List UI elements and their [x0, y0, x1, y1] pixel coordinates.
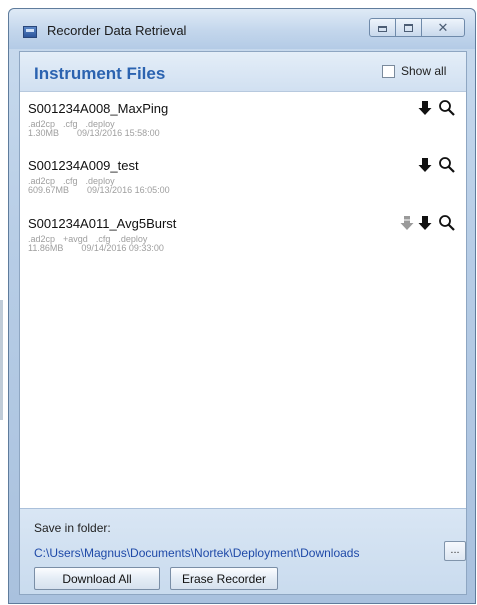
file-name: S001234A011_Avg5Burst	[28, 216, 177, 231]
folder-path-link[interactable]: C:\Users\Magnus\Documents\Nortek\Deploym…	[34, 546, 359, 560]
search-icon[interactable]	[438, 214, 456, 232]
file-item[interactable]: S001234A008_MaxPing .ad2cp .cfg .deploy 1.…	[20, 96, 468, 148]
search-icon[interactable]	[438, 156, 456, 174]
app-icon	[23, 26, 37, 38]
show-all-checkbox[interactable]	[382, 64, 395, 78]
download-icon[interactable]	[418, 100, 432, 116]
files-header: Instrument Files Show all	[20, 52, 466, 92]
file-meta: 11.86MB 09/14/2016 09:33:00	[28, 243, 164, 253]
download-icon[interactable]	[418, 215, 432, 231]
erase-recorder-button[interactable]: Erase Recorder	[170, 567, 278, 590]
file-size: 609.67MB	[28, 185, 70, 195]
file-meta: 609.67MB 09/13/2016 16:05:00	[28, 185, 170, 195]
title-bar[interactable]: Recorder Data Retrieval ✕	[9, 9, 475, 49]
file-item[interactable]: S001234A009_test .ad2cp .cfg .deploy 609.6…	[20, 153, 468, 205]
download-icon[interactable]	[418, 157, 432, 173]
window-title: Recorder Data Retrieval	[47, 23, 187, 38]
file-size: 11.86MB	[28, 243, 64, 253]
download-averaged-icon[interactable]	[400, 215, 414, 231]
file-meta: 1.30MB 09/13/2016 15:58:00	[28, 128, 160, 138]
close-button[interactable]: ✕	[421, 18, 465, 37]
minimize-button[interactable]	[369, 18, 396, 37]
section-title: Instrument Files	[34, 64, 166, 83]
download-all-button[interactable]: Download All	[34, 567, 160, 590]
maximize-button[interactable]	[395, 18, 422, 37]
close-icon: ✕	[437, 19, 449, 35]
footer-panel: Save in folder: C:\Users\Magnus\Document…	[20, 508, 466, 594]
file-date: 09/13/2016 16:05:00	[87, 185, 170, 195]
file-item[interactable]: S001234A011_Avg5Burst .ad2cp +avgd .cfg .de…	[20, 211, 468, 263]
save-folder-label: Save in folder:	[34, 521, 111, 535]
minimize-icon	[378, 26, 387, 32]
file-name: S001234A009_test	[28, 158, 139, 173]
main-panel: Instrument Files Show all S001234A008_Ma…	[19, 51, 467, 595]
file-name: S001234A008_MaxPing	[28, 101, 169, 116]
search-icon[interactable]	[438, 99, 456, 117]
browse-button[interactable]: ...	[444, 541, 466, 561]
file-date: 09/13/2016 15:58:00	[77, 128, 160, 138]
app-window: Recorder Data Retrieval ✕ Instrument Fil…	[8, 8, 476, 604]
window-shadow-edge	[0, 300, 3, 420]
show-all-toggle[interactable]: Show all	[382, 64, 446, 78]
maximize-icon	[404, 23, 413, 32]
file-date: 09/14/2016 09:33:00	[81, 243, 164, 253]
file-size: 1.30MB	[28, 128, 60, 138]
show-all-label: Show all	[401, 64, 447, 78]
